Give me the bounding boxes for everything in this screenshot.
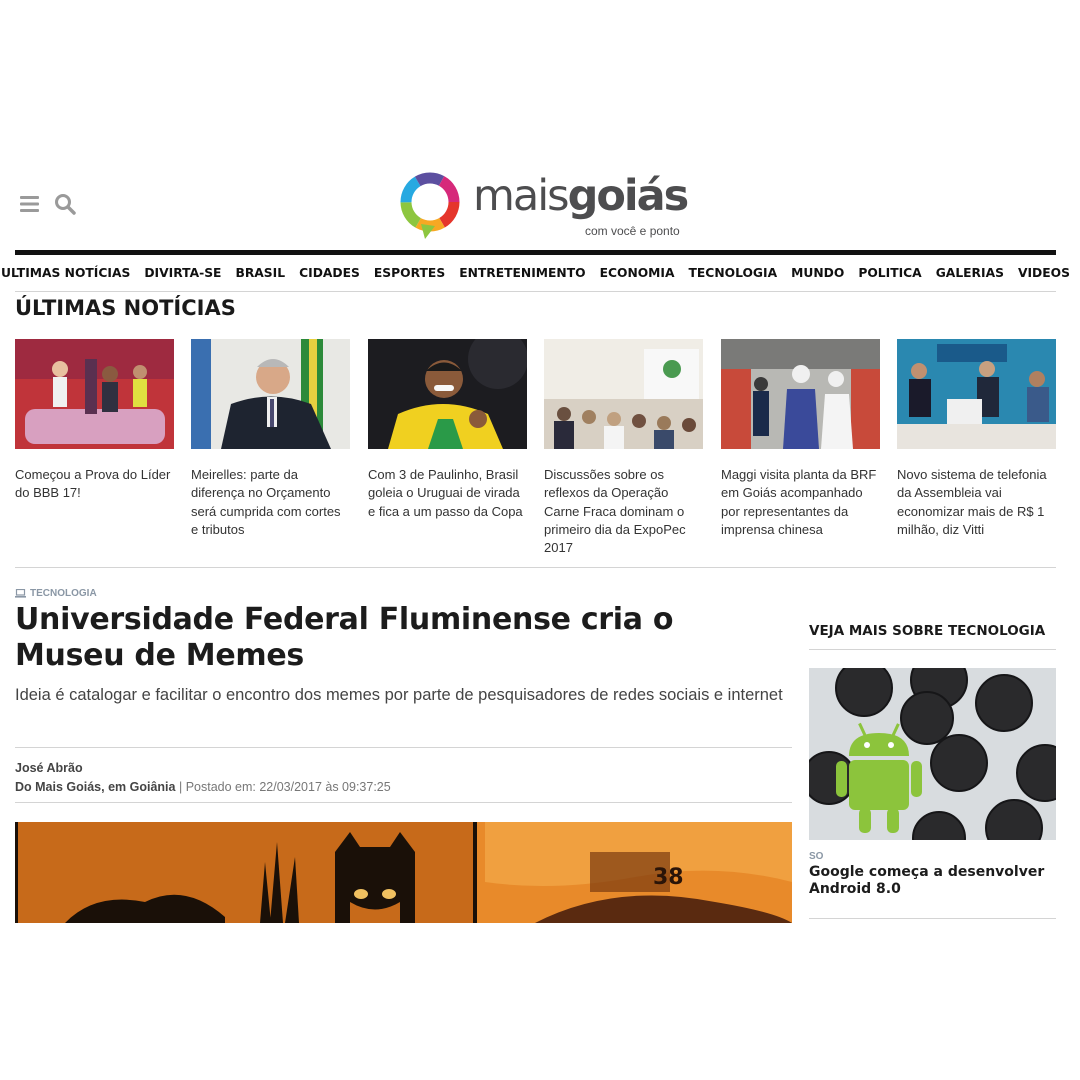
news-card[interactable]: Começou a Prova do Líder do BBB 17!: [15, 339, 174, 503]
hamburger-menu-icon[interactable]: [18, 192, 42, 216]
nav-item-mundo[interactable]: MUNDO: [791, 266, 844, 280]
news-headline[interactable]: Com 3 de Paulinho, Brasil goleia o Urugu…: [368, 466, 527, 521]
section-title-latest: ÚLTIMAS NOTÍCIAS: [15, 296, 236, 320]
nav-item-tecnologia[interactable]: TECNOLOGIA: [689, 266, 778, 280]
article-title: Universidade Federal Fluminense cria o M…: [15, 602, 674, 673]
article-posted-date: Postado em: 22/03/2017 às 09:37:25: [185, 780, 391, 794]
nav-item-ultimas-noticias[interactable]: ULTIMAS NOTÍCIAS: [1, 266, 130, 280]
sidebar-article-title[interactable]: Google começa a desenvolver Android 8.0: [809, 864, 1056, 898]
article-source: Do Mais Goiás, em Goiânia: [15, 780, 176, 794]
news-headline[interactable]: Começou a Prova do Líder do BBB 17!: [15, 466, 174, 503]
news-headline[interactable]: Discussões sobre os reflexos da Operação…: [544, 466, 703, 557]
news-card[interactable]: Com 3 de Paulinho, Brasil goleia o Urugu…: [368, 339, 527, 521]
news-thumbnail[interactable]: [544, 339, 703, 449]
news-card[interactable]: Novo sistema de telefonia da Assembleia …: [897, 339, 1056, 539]
site-header: maisgoiás com você e ponto: [15, 160, 1056, 250]
logo-wordmark: maisgoiás: [473, 175, 689, 218]
article-category-label: TECNOLOGIA: [30, 588, 97, 599]
sidebar-article-image[interactable]: [809, 668, 1056, 840]
news-thumbnail[interactable]: [897, 339, 1056, 449]
news-card[interactable]: Meirelles: parte da diferença no Orçamen…: [191, 339, 350, 539]
nav-item-videos[interactable]: VIDEOS: [1018, 266, 1070, 280]
news-headline[interactable]: Maggi visita planta da BRF em Goiás acom…: [721, 466, 880, 539]
nav-item-galerias[interactable]: GALERIAS: [936, 266, 1004, 280]
news-thumbnail[interactable]: [721, 339, 880, 449]
nav-item-economia[interactable]: ECONOMIA: [600, 266, 675, 280]
site-logo[interactable]: maisgoiás com você e ponto: [397, 167, 697, 242]
news-card[interactable]: Maggi visita planta da BRF em Goiás acom…: [721, 339, 880, 539]
svg-text:38: 38: [653, 865, 684, 890]
sidebar-title: VEJA MAIS SOBRE TECNOLOGIA: [809, 623, 1056, 650]
nav-item-esportes[interactable]: ESPORTES: [374, 266, 445, 280]
article-byline: José Abrão Do Mais Goiás, em Goiânia | P…: [15, 747, 792, 803]
news-headline[interactable]: Novo sistema de telefonia da Assembleia …: [897, 466, 1056, 539]
news-thumbnail[interactable]: [368, 339, 527, 449]
main-nav: ULTIMAS NOTÍCIAS DIVIRTA-SE BRASIL CIDAD…: [1, 255, 1070, 292]
search-icon[interactable]: [53, 192, 77, 216]
sidebar-article-category[interactable]: SO: [809, 851, 1056, 862]
sidebar-article-card[interactable]: SO Google começa a desenvolver Android 8…: [809, 668, 1056, 919]
nav-item-cidades[interactable]: CIDADES: [299, 266, 360, 280]
byline-separator: |: [178, 780, 183, 794]
article-category[interactable]: TECNOLOGIA: [15, 588, 97, 599]
nav-item-politica[interactable]: POLITICA: [858, 266, 921, 280]
news-headline[interactable]: Meirelles: parte da diferença no Orçamen…: [191, 466, 350, 539]
article-hero-image: 38: [15, 822, 792, 923]
logo-text-bold: goiás: [567, 171, 690, 221]
article-author[interactable]: José Abrão: [15, 759, 792, 778]
article-subtitle: Ideia é catalogar e facilitar o encontro…: [15, 686, 783, 704]
nav-item-divirta-se[interactable]: DIVIRTA-SE: [144, 266, 221, 280]
nav-item-entretenimento[interactable]: ENTRETENIMENTO: [459, 266, 585, 280]
logo-tagline: com você e ponto: [585, 224, 680, 238]
laptop-icon: [15, 589, 26, 598]
nav-item-brasil[interactable]: BRASIL: [235, 266, 285, 280]
news-thumbnail[interactable]: [15, 339, 174, 449]
logo-ring-icon: [400, 172, 460, 239]
latest-news-strip: Começou a Prova do Líder do BBB 17! Meir…: [15, 339, 1056, 568]
news-card[interactable]: Discussões sobre os reflexos da Operação…: [544, 339, 703, 557]
news-thumbnail[interactable]: [191, 339, 350, 449]
logo-text-light: mais: [473, 171, 570, 221]
